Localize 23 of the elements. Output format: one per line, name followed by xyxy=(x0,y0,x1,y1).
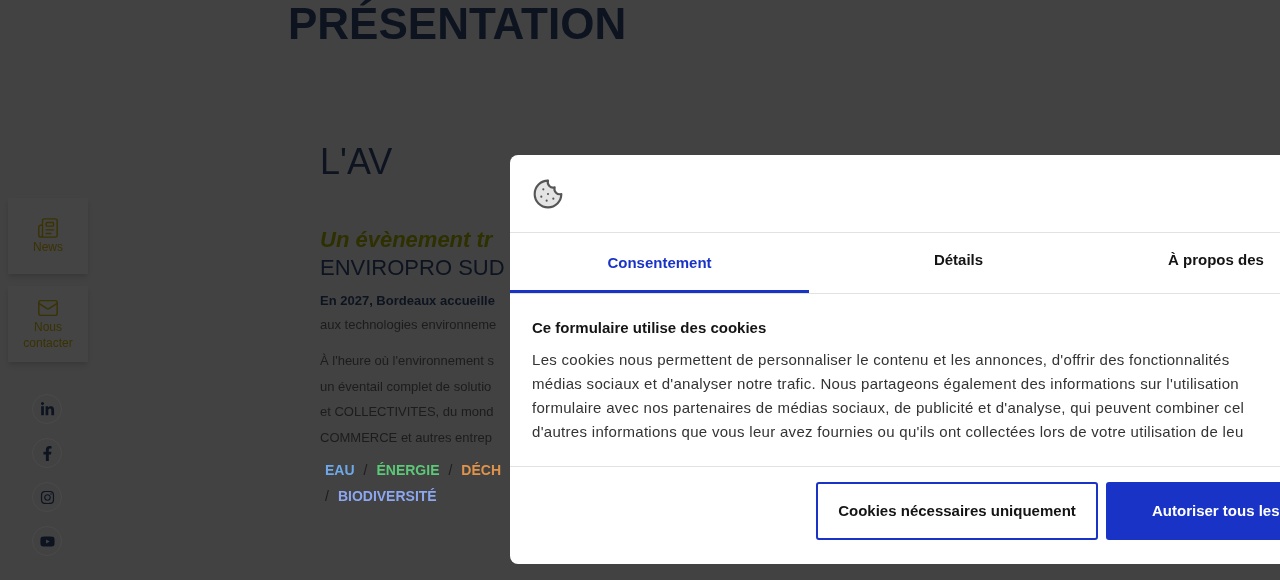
topic-tag[interactable]: EAU xyxy=(325,458,355,482)
topic-tag[interactable]: BIODIVERSITÉ xyxy=(337,484,437,508)
dialog-tab[interactable]: À propos des xyxy=(1108,233,1280,293)
dialog-text-line: Les cookies nous permettent de personnaliser le contenu et les annonces, d'offrir des fonctionnalités xyxy=(532,350,1231,370)
dialog-text-line: formulaire avec nos partenaires de médias sociaux, de publicité et d'analyse, qui peuvent combiner cel xyxy=(532,398,1246,418)
necessary-cookies-button[interactable]: Cookies nécessaires uniquement xyxy=(816,482,1098,540)
separator-slash: / xyxy=(363,461,368,480)
dialog-tab[interactable]: Consentement xyxy=(510,233,809,293)
dialog-text-line: d'autres informations que vous leur avez fournies ou qu'ils ont collectées lors de votre utilisation de leu xyxy=(532,422,1245,442)
dialog-tab[interactable]: Détails xyxy=(809,233,1108,293)
separator-slash: / xyxy=(325,487,329,506)
tagline: Un évènement tr xyxy=(320,226,493,254)
cookie-icon xyxy=(532,177,564,210)
allow-all-button[interactable]: Autoriser tous les xyxy=(1106,482,1280,540)
separator-slash: / xyxy=(448,461,453,480)
newspaper-icon xyxy=(37,217,59,239)
topic-tag[interactable]: ÉNERGIE xyxy=(376,458,440,482)
linkedin-icon xyxy=(39,401,55,417)
envelope-icon xyxy=(37,297,59,319)
instagram-icon xyxy=(39,489,55,505)
dialog-title: Ce formulaire utilise des cookies xyxy=(532,318,768,338)
topic-tag[interactable]: DÉCH xyxy=(461,458,502,482)
dialog-text-line: médias sociaux et d'analyser notre trafic. Nous partageons également des informations sur l'utilisation xyxy=(532,374,1240,394)
